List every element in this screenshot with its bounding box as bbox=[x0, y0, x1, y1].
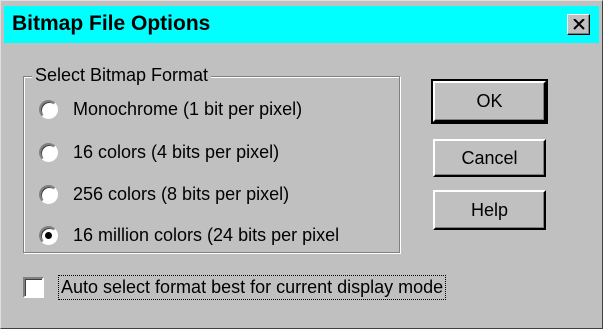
radio-label: Monochrome (1 bit per pixel) bbox=[73, 98, 303, 119]
bitmap-file-options-dialog: Bitmap File Options Select Bitmap Format… bbox=[0, 0, 603, 329]
radio-button[interactable] bbox=[39, 184, 58, 204]
radio-16-colors[interactable]: 16 colors (4 bits per pixel) bbox=[39, 139, 279, 165]
auto-select-checkbox[interactable] bbox=[23, 276, 44, 298]
ok-button[interactable]: OK bbox=[431, 79, 548, 124]
radio-button[interactable] bbox=[39, 225, 58, 245]
radio-label: 16 colors (4 bits per pixel) bbox=[73, 141, 280, 162]
radio-label: 16 million colors (24 bits per pixel bbox=[73, 224, 340, 245]
radio-button[interactable] bbox=[39, 99, 58, 119]
radio-16-million-colors[interactable]: 16 million colors (24 bits per pixel bbox=[39, 222, 339, 248]
auto-select-label: Auto select format best for current disp… bbox=[58, 274, 447, 300]
radio-monochrome[interactable]: Monochrome (1 bit per pixel) bbox=[39, 96, 302, 122]
group-label: Select Bitmap Format bbox=[32, 65, 212, 86]
radio-dot bbox=[45, 231, 52, 239]
title-bar: Bitmap File Options bbox=[4, 6, 599, 43]
help-button[interactable]: Help bbox=[433, 190, 546, 230]
auto-select-checkbox-row[interactable]: Auto select format best for current disp… bbox=[23, 273, 447, 301]
cancel-button[interactable]: Cancel bbox=[433, 139, 546, 177]
radio-label: 256 colors (8 bits per pixel) bbox=[73, 183, 290, 204]
radio-button[interactable] bbox=[39, 142, 58, 162]
radio-256-colors[interactable]: 256 colors (8 bits per pixel) bbox=[39, 181, 289, 207]
window-title: Bitmap File Options bbox=[12, 12, 211, 35]
close-button[interactable] bbox=[567, 14, 590, 35]
close-x-icon bbox=[573, 19, 585, 30]
